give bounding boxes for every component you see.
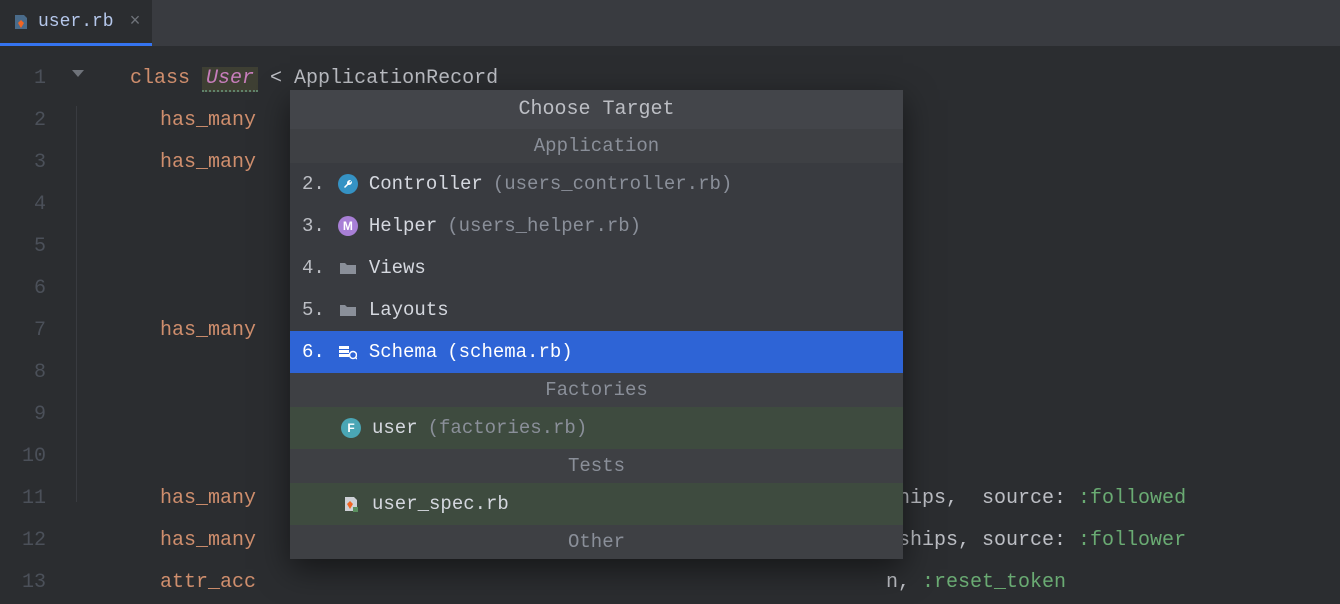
popup-title: Choose Target bbox=[290, 90, 903, 129]
file-tab[interactable]: user.rb × bbox=[0, 0, 152, 46]
ruby-file-icon bbox=[12, 13, 30, 31]
line-number[interactable]: 3 bbox=[0, 142, 70, 184]
folder-icon bbox=[337, 303, 359, 317]
line-number[interactable]: 12 bbox=[0, 520, 70, 562]
line-number[interactable]: 1 bbox=[0, 58, 70, 100]
factory-icon: F bbox=[340, 418, 362, 438]
target-user-factory[interactable]: F user (factories.rb) bbox=[290, 407, 903, 449]
popup-section-tests: Tests bbox=[290, 449, 903, 483]
line-number[interactable]: 9 bbox=[0, 394, 70, 436]
module-icon: M bbox=[337, 216, 359, 236]
popup-section-other: Other bbox=[290, 525, 903, 559]
popup-section-application: Application bbox=[290, 129, 903, 163]
tab-bar: user.rb × bbox=[0, 0, 1340, 46]
code-line[interactable]: attr_accn, :reset_token bbox=[100, 562, 1340, 604]
target-layouts[interactable]: 5. Layouts bbox=[290, 289, 903, 331]
editor: 1 2 3 4 5 6 7 8 9 10 11 12 13 class User… bbox=[0, 46, 1340, 600]
tab-filename: user.rb bbox=[38, 12, 114, 32]
fold-strip bbox=[70, 46, 100, 600]
target-controller[interactable]: 2. Controller (users_controller.rb) bbox=[290, 163, 903, 205]
fold-guide bbox=[76, 106, 77, 502]
target-user-spec[interactable]: user_spec.rb bbox=[290, 483, 903, 525]
line-number[interactable]: 5 bbox=[0, 226, 70, 268]
choose-target-popup: Choose Target Application 2. Controller … bbox=[290, 90, 903, 559]
fold-toggle-icon[interactable] bbox=[72, 70, 84, 77]
line-number[interactable]: 2 bbox=[0, 100, 70, 142]
folder-icon bbox=[337, 261, 359, 275]
line-number[interactable]: 13 bbox=[0, 562, 70, 604]
line-number[interactable]: 6 bbox=[0, 268, 70, 310]
line-number[interactable]: 11 bbox=[0, 478, 70, 520]
ruby-file-icon bbox=[340, 495, 362, 513]
close-icon[interactable]: × bbox=[130, 12, 141, 32]
line-number[interactable]: 4 bbox=[0, 184, 70, 226]
wrench-icon bbox=[337, 174, 359, 194]
target-schema[interactable]: 6. Schema (schema.rb) bbox=[290, 331, 903, 373]
popup-section-factories: Factories bbox=[290, 373, 903, 407]
target-views[interactable]: 4. Views bbox=[290, 247, 903, 289]
target-helper[interactable]: 3. M Helper (users_helper.rb) bbox=[290, 205, 903, 247]
line-number[interactable]: 7 bbox=[0, 310, 70, 352]
schema-icon bbox=[337, 344, 359, 360]
gutter: 1 2 3 4 5 6 7 8 9 10 11 12 13 bbox=[0, 46, 70, 600]
line-number[interactable]: 8 bbox=[0, 352, 70, 394]
line-number[interactable]: 10 bbox=[0, 436, 70, 478]
